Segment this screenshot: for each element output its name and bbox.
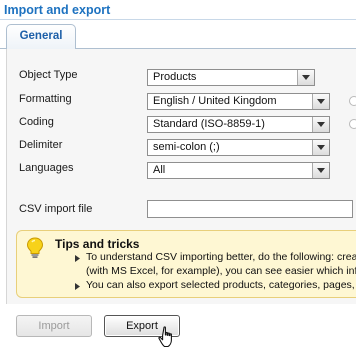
delimiter-select[interactable]: semi-colon (;) <box>147 139 330 156</box>
formatting-value: English / United Kingdom <box>153 95 277 107</box>
object-type-value: Products <box>153 71 197 83</box>
chevron-down-icon <box>312 94 329 109</box>
languages-label: Languages <box>19 162 74 174</box>
delimiter-value: semi-colon (;) <box>153 141 220 153</box>
chevron-down-icon <box>312 163 329 178</box>
tip-line-1: To understand CSV importing better, do t… <box>86 251 356 263</box>
title-bar: Import and export <box>0 0 356 20</box>
chevron-down-icon <box>297 70 314 85</box>
coding-label: Coding <box>19 116 54 128</box>
coding-value: Standard (ISO-8859-1) <box>153 118 265 130</box>
formatting-radio[interactable] <box>349 96 356 106</box>
lightbulb-icon <box>26 237 44 262</box>
title-divider <box>0 19 356 20</box>
triangle-bullet-icon <box>75 253 80 265</box>
button-bar: Import Export <box>0 304 356 350</box>
tab-general[interactable]: General <box>6 24 76 49</box>
chevron-down-icon <box>312 140 329 155</box>
tips-title: Tips and tricks <box>55 237 140 251</box>
import-button[interactable]: Import <box>16 315 92 337</box>
object-type-label: Object Type <box>19 69 78 81</box>
object-type-select[interactable]: Products <box>147 69 315 86</box>
delimiter-label: Delimiter <box>19 139 63 151</box>
coding-radio[interactable] <box>349 119 356 129</box>
csv-import-file-label: CSV import file <box>19 203 93 215</box>
coding-select[interactable]: Standard (ISO-8859-1) <box>147 116 330 133</box>
formatting-label: Formatting <box>19 93 72 105</box>
page-title: Import and export <box>4 3 111 17</box>
languages-value: All <box>153 164 166 176</box>
languages-select[interactable]: All <box>147 162 330 179</box>
tip-line-2: (with MS Excel, for example), you can se… <box>86 265 356 277</box>
tip-line-3: You can also export selected products, c… <box>86 279 355 291</box>
csv-import-file-input[interactable] <box>147 200 353 218</box>
hand-pointer-icon <box>158 326 178 351</box>
formatting-select[interactable]: English / United Kingdom <box>147 93 330 110</box>
tips-box: Tips and tricks To understand CSV import… <box>16 230 356 298</box>
chevron-down-icon <box>312 117 329 132</box>
tab-strip: General <box>0 24 356 49</box>
triangle-bullet-icon <box>75 281 80 293</box>
